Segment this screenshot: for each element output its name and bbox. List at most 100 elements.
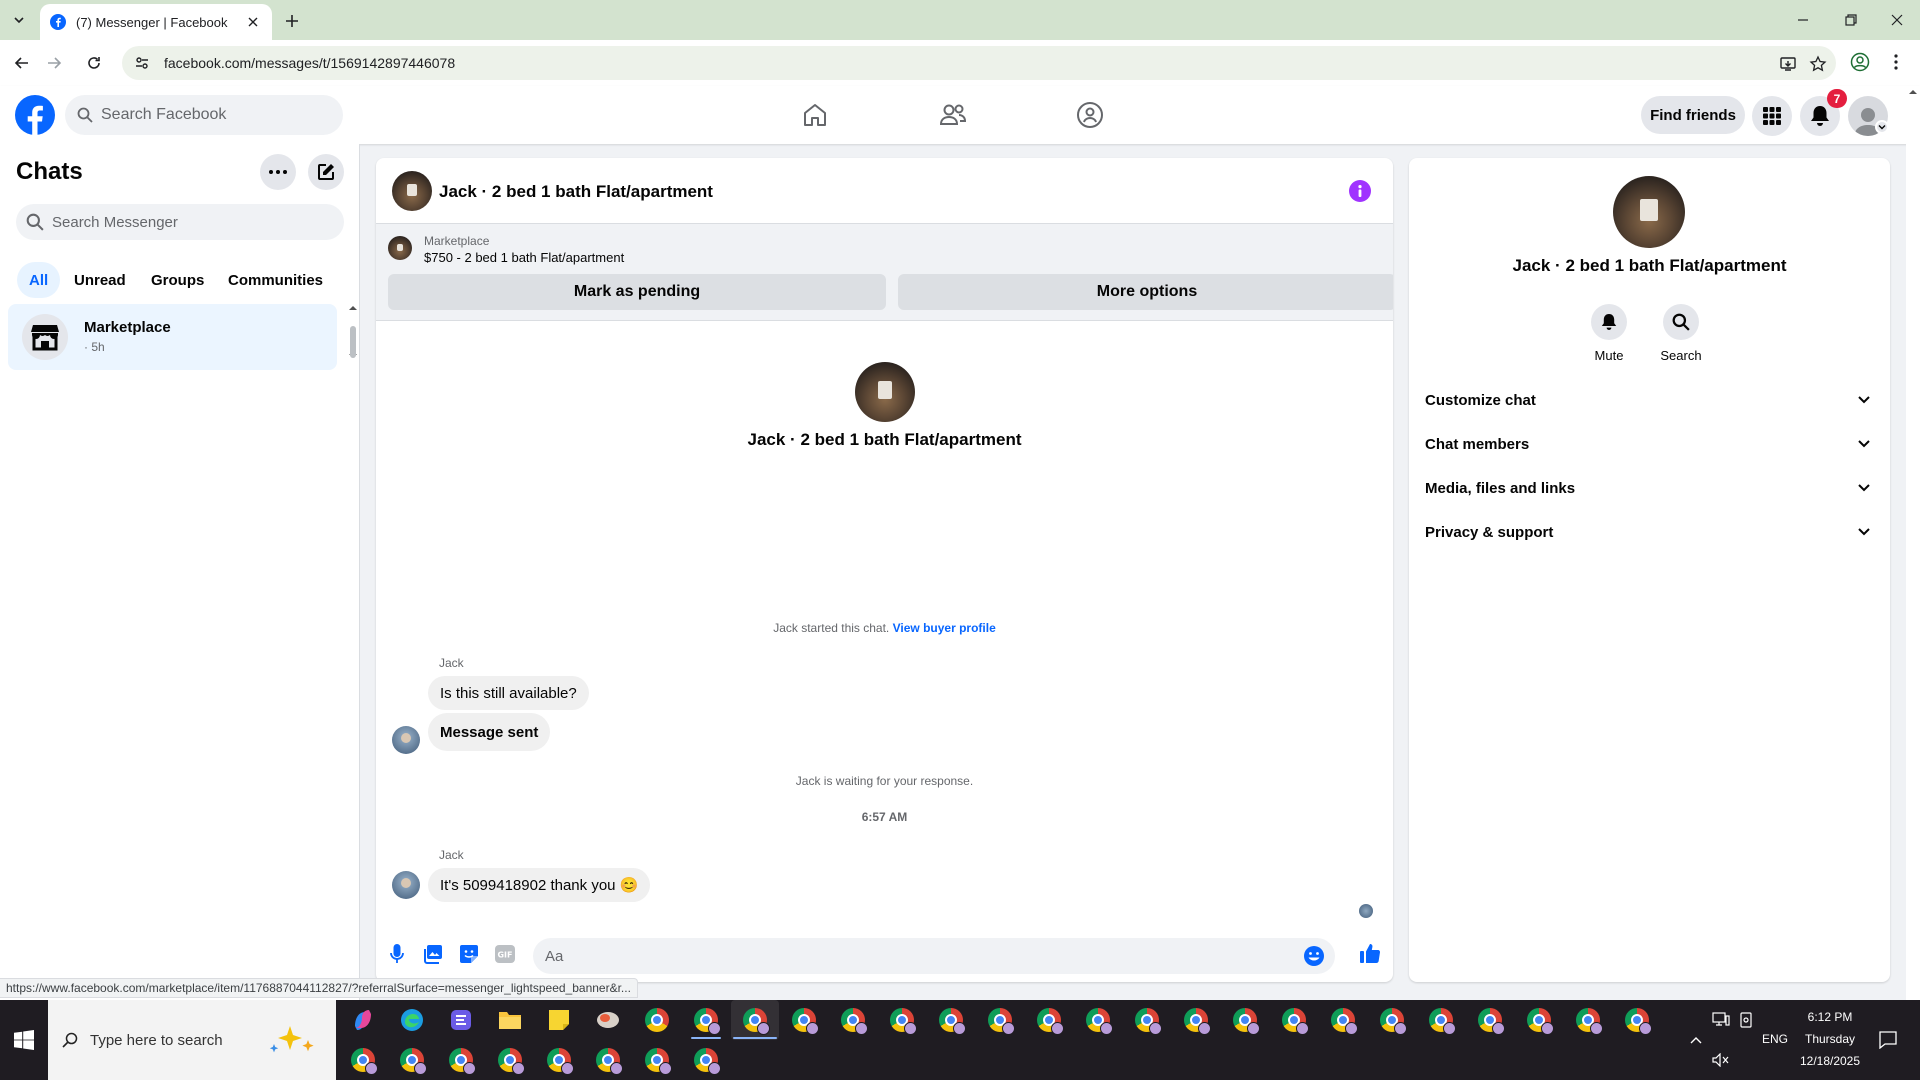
bookmark-star-icon[interactable] <box>1808 54 1828 74</box>
browser-menu-icon[interactable] <box>1886 52 1906 72</box>
chat-list-item-marketplace[interactable]: Marketplace · 5h <box>8 304 337 370</box>
sender-avatar[interactable] <box>392 871 420 899</box>
restore-window-button[interactable] <box>1828 0 1874 40</box>
chrome-profile-taskbar-icon[interactable] <box>588 1040 628 1080</box>
tab-search-button[interactable] <box>6 8 32 32</box>
chrome-profile-taskbar-icon[interactable] <box>490 1040 530 1080</box>
minimize-window-button[interactable] <box>1780 0 1826 40</box>
chrome-profile-taskbar-icon[interactable] <box>392 1040 432 1080</box>
messenger-search-box[interactable] <box>16 204 344 240</box>
chat-options-button[interactable] <box>260 154 296 190</box>
chrome-profile-taskbar-icon[interactable] <box>833 1000 873 1040</box>
chrome-profile-taskbar-icon[interactable] <box>1127 1000 1167 1040</box>
browser-tab[interactable]: (7) Messenger | Facebook <box>40 4 272 40</box>
chrome-profile-taskbar-icon[interactable] <box>1078 1000 1118 1040</box>
more-options-button[interactable]: More options <box>898 274 1393 310</box>
taskbar-search-box[interactable]: Type here to search <box>48 1000 336 1080</box>
filter-tab-unread[interactable]: Unread <box>62 262 138 298</box>
back-button[interactable] <box>8 49 36 77</box>
filter-tab-communities[interactable]: Communities <box>216 262 335 298</box>
chrome-profile-taskbar-icon[interactable] <box>637 1040 677 1080</box>
privacy-support-section[interactable]: Privacy & support <box>1425 514 1871 550</box>
chrome-profile-taskbar-icon[interactable] <box>1617 1000 1657 1040</box>
close-window-button[interactable] <box>1874 0 1920 40</box>
chrome-profile-taskbar-icon[interactable] <box>1029 1000 1069 1040</box>
chrome-profile-taskbar-icon[interactable] <box>931 1000 971 1040</box>
clock-day[interactable]: Thursday <box>1800 1032 1860 1046</box>
app-taskbar-icon[interactable] <box>588 1000 628 1040</box>
emoji-icon[interactable] <box>1303 945 1325 967</box>
file-explorer-taskbar-icon[interactable] <box>490 1000 530 1040</box>
chrome-profile-taskbar-icon[interactable] <box>441 1040 481 1080</box>
sticker-button[interactable] <box>457 942 481 966</box>
customize-chat-section[interactable]: Customize chat <box>1425 382 1871 418</box>
site-settings-icon[interactable] <box>134 55 150 71</box>
friends-nav-button[interactable] <box>929 97 977 133</box>
facebook-logo-icon[interactable] <box>15 95 55 135</box>
close-tab-icon[interactable] <box>244 13 262 31</box>
chrome-profile-taskbar-icon[interactable] <box>1225 1000 1265 1040</box>
input-language[interactable]: ENG <box>1760 1032 1790 1046</box>
listing-photo-avatar[interactable] <box>392 171 432 211</box>
find-friends-button[interactable]: Find friends <box>1641 96 1745 134</box>
chat-list-scroll-thumb[interactable] <box>350 326 356 358</box>
chrome-profile-taskbar-icon[interactable] <box>1323 1000 1363 1040</box>
notification-center-button[interactable] <box>1868 1020 1908 1060</box>
install-app-icon[interactable] <box>1778 54 1798 74</box>
profile-icon[interactable] <box>1850 52 1870 72</box>
chrome-profile-taskbar-icon[interactable] <box>784 1000 824 1040</box>
chrome-profile-taskbar-icon[interactable] <box>343 1040 383 1080</box>
view-buyer-profile-link[interactable]: View buyer profile <box>893 621 996 635</box>
sticky-notes-taskbar-icon[interactable] <box>539 1000 579 1040</box>
message-bubble[interactable]: It's 5099418902 thank you 😊 <box>428 868 651 902</box>
search-in-conversation-action[interactable]: Search <box>1651 304 1711 363</box>
home-nav-button[interactable] <box>791 97 839 133</box>
facebook-search-input[interactable] <box>101 106 331 124</box>
volume-muted-icon[interactable] <box>1701 1040 1741 1080</box>
chrome-profile-taskbar-icon[interactable] <box>1372 1000 1412 1040</box>
chrome-profile-taskbar-icon[interactable] <box>980 1000 1020 1040</box>
chrome-active-taskbar-icon[interactable] <box>735 1000 775 1040</box>
messenger-search-input[interactable] <box>52 213 332 231</box>
message-input[interactable] <box>545 947 1285 965</box>
app-taskbar-icon[interactable] <box>441 1000 481 1040</box>
start-button[interactable] <box>0 1000 48 1080</box>
chrome-profile-taskbar-icon[interactable] <box>539 1040 579 1080</box>
reload-button[interactable] <box>80 49 108 77</box>
menu-button[interactable] <box>1752 96 1792 136</box>
clock-date[interactable]: 12/18/2025 <box>1796 1054 1864 1068</box>
copilot-taskbar-icon[interactable] <box>343 1000 383 1040</box>
chrome-profile-taskbar-icon[interactable] <box>1470 1000 1510 1040</box>
chrome-profile-taskbar-icon[interactable] <box>1519 1000 1559 1040</box>
new-tab-button[interactable] <box>280 9 304 33</box>
gif-button[interactable]: GIF <box>493 942 517 966</box>
message-bubble[interactable]: Is this still available? <box>428 676 589 710</box>
chat-info-avatar[interactable] <box>1613 176 1685 248</box>
filter-tab-groups[interactable]: Groups <box>139 262 216 298</box>
clock-time[interactable]: 6:12 PM <box>1800 1010 1860 1024</box>
mute-action[interactable]: Mute <box>1579 304 1639 363</box>
chrome-profile-taskbar-icon[interactable] <box>1274 1000 1314 1040</box>
filter-tab-all[interactable]: All <box>17 262 61 298</box>
listing-price-title[interactable]: $750 - 2 bed 1 bath Flat/apartment <box>424 250 624 265</box>
message-sent-bubble[interactable]: Message sent <box>428 713 551 751</box>
chrome-taskbar-icon[interactable] <box>637 1000 677 1040</box>
media-files-links-section[interactable]: Media, files and links <box>1425 470 1871 506</box>
chrome-profile-taskbar-icon[interactable] <box>882 1000 922 1040</box>
conversation-title[interactable]: Jack · 2 bed 1 bath Flat/apartment <box>439 182 713 202</box>
send-like-button[interactable] <box>1358 941 1382 965</box>
mark-as-pending-button[interactable]: Mark as pending <box>388 274 886 310</box>
address-bar[interactable]: facebook.com/messages/t/1569142897446078 <box>122 46 1836 80</box>
chrome-profile-taskbar-icon[interactable] <box>1421 1000 1461 1040</box>
edge-taskbar-icon[interactable] <box>392 1000 432 1040</box>
voice-clip-button[interactable] <box>385 942 409 966</box>
chrome-profile-taskbar-icon[interactable] <box>1176 1000 1216 1040</box>
forward-button[interactable] <box>40 49 68 77</box>
chrome-profile-taskbar-icon[interactable] <box>686 1000 726 1040</box>
chrome-profile-taskbar-icon[interactable] <box>686 1040 726 1080</box>
page-scrollbar[interactable] <box>1906 86 1920 1000</box>
sender-avatar[interactable] <box>392 726 420 754</box>
message-input-box[interactable] <box>533 938 1335 974</box>
groups-nav-button[interactable] <box>1066 97 1114 133</box>
chat-members-section[interactable]: Chat members <box>1425 426 1871 462</box>
